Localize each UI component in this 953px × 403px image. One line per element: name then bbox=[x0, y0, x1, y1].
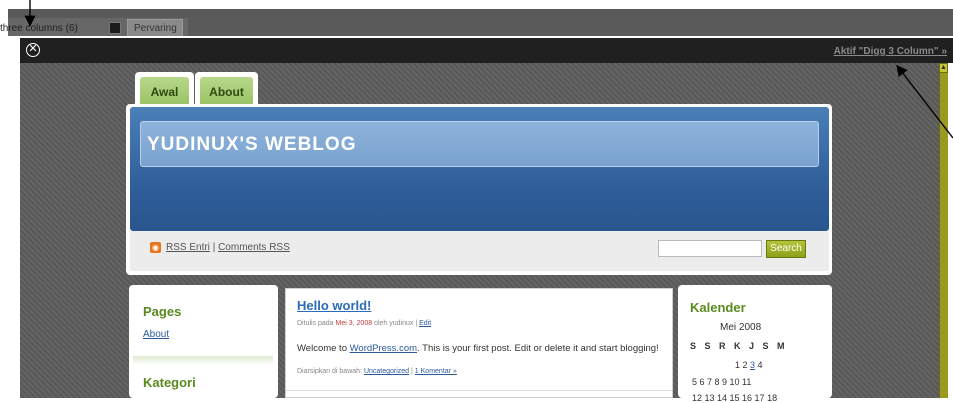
annotation-arrows bbox=[24, 0, 953, 139]
arrow-diagonal-icon bbox=[896, 64, 953, 139]
